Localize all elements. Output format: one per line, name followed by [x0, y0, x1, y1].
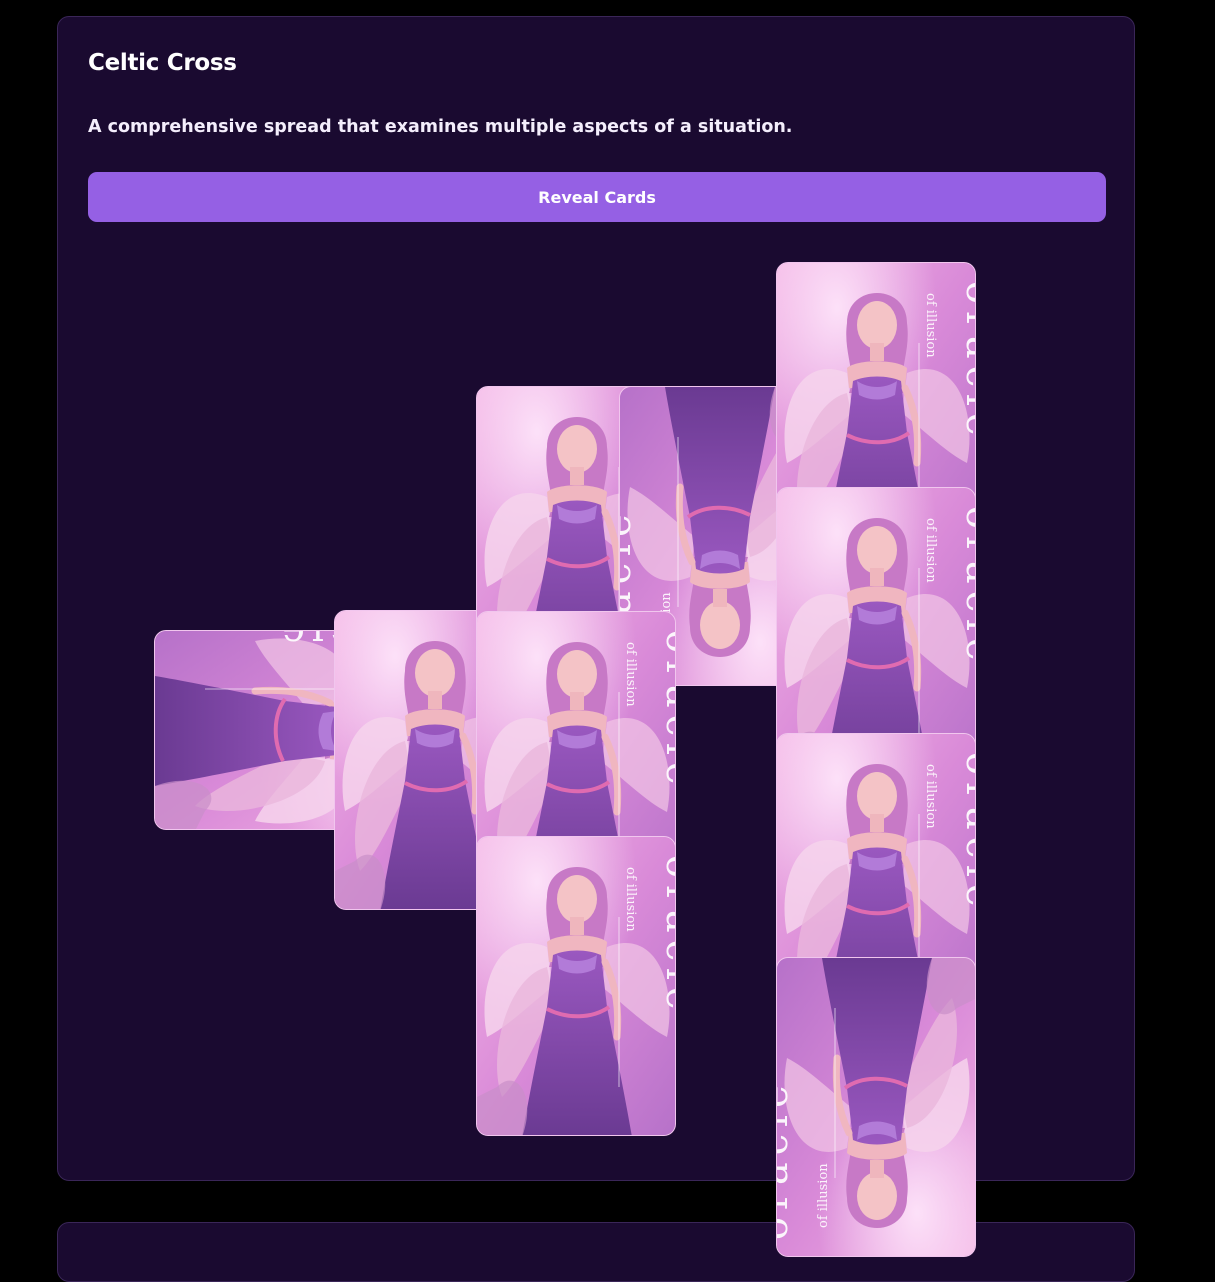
- card-back-art: oracle of illusion: [777, 958, 975, 1256]
- svg-text:oracle: oracle: [777, 1078, 796, 1240]
- svg-text:oracle: oracle: [658, 630, 676, 792]
- card-back-art: oracle of illusion: [477, 837, 676, 1135]
- svg-text:of illusion: of illusion: [923, 293, 938, 358]
- tarot-card-self[interactable]: oracle of illusion: [776, 957, 976, 1257]
- svg-text:oracle: oracle: [958, 752, 976, 914]
- reveal-cards-button[interactable]: Reveal Cards: [88, 172, 1106, 222]
- spread-description: A comprehensive spread that examines mul…: [88, 117, 793, 137]
- svg-text:oracle: oracle: [958, 506, 976, 668]
- svg-text:of illusion: of illusion: [816, 1163, 831, 1228]
- svg-text:of illusion: of illusion: [623, 867, 638, 932]
- svg-text:of illusion: of illusion: [923, 518, 938, 583]
- svg-text:oracle: oracle: [958, 281, 976, 443]
- svg-text:of illusion: of illusion: [623, 642, 638, 707]
- svg-text:oracle: oracle: [658, 855, 676, 1017]
- svg-text:of illusion: of illusion: [923, 764, 938, 829]
- tarot-card-foundation[interactable]: oracle of illusion: [476, 836, 676, 1136]
- spread-title: Celtic Cross: [88, 50, 237, 76]
